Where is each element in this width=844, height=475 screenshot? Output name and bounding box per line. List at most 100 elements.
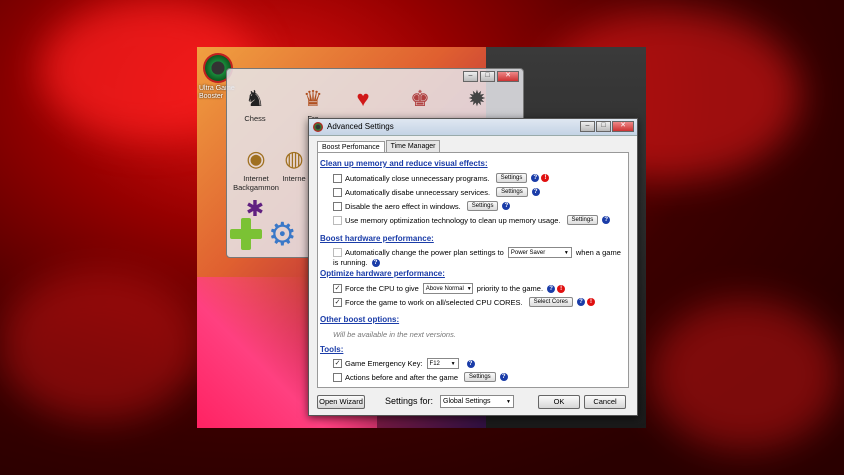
tab-time-manager[interactable]: Time Manager <box>385 140 441 152</box>
help-icon[interactable]: ? <box>602 216 611 224</box>
option-close-programs: Automatically close unnecessary programs… <box>333 173 550 183</box>
section-boost-hardware: Boost hardware performance: <box>320 234 434 243</box>
option-actions: Actions before and after the game Settin… <box>333 372 508 382</box>
select-value: Power Saver <box>510 249 546 256</box>
backgammon-icon: ◉ <box>246 146 266 171</box>
option-cpu-cores: ✓ Force the game to work on all/selected… <box>333 297 595 307</box>
chess-icon: ♞ <box>245 86 265 111</box>
dialog-titlebar: Advanced Settings – □ ✕ <box>309 119 637 136</box>
warning-icon: ! <box>541 174 550 182</box>
option-memory-optimization: Use memory optimization technology to cl… <box>333 215 611 225</box>
option-disable-services: Automatically disabe unnecessary service… <box>333 187 540 197</box>
checkbox-close-programs[interactable] <box>333 173 342 183</box>
help-icon[interactable]: ? <box>531 188 540 196</box>
settings-for-select[interactable]: Global Settings ▼ <box>440 395 514 408</box>
checkbox-emergency-key[interactable]: ✓ <box>333 359 342 368</box>
select-value: Global Settings <box>443 398 491 405</box>
minimize-button[interactable]: – <box>580 121 595 132</box>
option-cpu-priority: ✓ Force the CPU to give Above Normal ▼ p… <box>333 283 566 294</box>
dialog-titlebar-buttons: – □ ✕ <box>580 121 634 132</box>
option-label: Game Emergency Key: <box>345 359 423 368</box>
help-icon[interactable]: ? <box>502 202 511 210</box>
cancel-button[interactable]: Cancel <box>584 395 626 409</box>
option-emergency-key: ✓ Game Emergency Key: F12 ▼ ? <box>333 358 475 369</box>
minesweeper-icon: ✹ <box>467 86 487 111</box>
help-icon[interactable]: ? <box>371 258 380 267</box>
advanced-settings-dialog: Advanced Settings – □ ✕ Boost Perfomance… <box>308 118 638 416</box>
settings-button[interactable]: Settings <box>496 187 528 197</box>
section-clean-up: Clean up memory and reduce visual effect… <box>320 159 488 168</box>
section-other-boost: Other boost options: <box>320 315 400 324</box>
game-label: Interne <box>282 174 306 183</box>
ok-button[interactable]: OK <box>538 395 580 409</box>
game-minesweeper[interactable]: ✹ <box>447 86 507 114</box>
checkbox-disable-aero[interactable] <box>333 201 342 211</box>
freecell-icon: ♛ <box>303 86 323 111</box>
warning-icon: ! <box>557 284 566 293</box>
internet-game-icon: ◍ <box>284 146 304 171</box>
settings-button[interactable]: Settings <box>466 201 499 211</box>
launcher-titlebar-buttons: – □ ✕ <box>463 71 519 82</box>
checkbox-memory-optimization[interactable] <box>333 215 342 225</box>
dialog-title: Advanced Settings <box>327 122 394 131</box>
background-blob <box>0 270 200 420</box>
checkbox-cpu-priority[interactable]: ✓ <box>333 284 342 293</box>
option-label: priority to the game. <box>476 284 544 293</box>
game-internet[interactable]: ◍ Interne <box>276 146 312 183</box>
select-value: Above Normal <box>425 285 464 292</box>
help-icon[interactable]: ? <box>547 284 556 293</box>
settings-button[interactable]: Settings <box>495 173 528 183</box>
help-icon[interactable]: ? <box>466 359 475 368</box>
open-wizard-button[interactable]: Open Wizard <box>317 395 365 409</box>
hearts-icon: ♥ <box>356 86 370 111</box>
settings-button[interactable]: Settings <box>566 215 599 225</box>
close-button[interactable]: ✕ <box>497 71 519 82</box>
checkbox-cpu-cores[interactable]: ✓ <box>333 297 342 307</box>
option-power-plan-line2: is running. ? <box>333 258 380 267</box>
option-label: Force the CPU to give <box>345 284 419 293</box>
minimize-button[interactable]: – <box>463 71 478 82</box>
option-label: Automatically change the power plan sett… <box>345 248 504 257</box>
checkbox-power-plan[interactable] <box>333 248 342 257</box>
option-label: Actions before and after the game <box>345 372 458 382</box>
settings-button[interactable]: Settings <box>464 372 496 382</box>
chevron-down-icon: ▼ <box>506 398 511 405</box>
section-tools: Tools: <box>320 345 344 354</box>
maximize-button[interactable]: □ <box>596 121 611 132</box>
help-icon[interactable]: ? <box>576 298 585 306</box>
mahjong-icon: ♚ <box>410 86 430 111</box>
help-icon[interactable]: ? <box>531 174 540 182</box>
close-button[interactable]: ✕ <box>612 121 634 132</box>
option-label: Force the game to work on all/selected C… <box>345 297 523 307</box>
option-label: Automatically close unnecessary programs… <box>345 173 490 183</box>
select-value: F12 <box>429 360 440 367</box>
game-label: Chess <box>244 114 266 123</box>
other-boost-note: Will be available in the next versions. <box>333 330 456 339</box>
checkbox-disable-services[interactable] <box>333 187 342 197</box>
select-cores-button[interactable]: Select Cores <box>528 297 573 307</box>
tab-bar: Boost Perfomance Time Manager <box>317 140 441 153</box>
warning-icon: ! <box>586 298 595 306</box>
gear-icon[interactable]: ⚙ <box>268 218 300 250</box>
chevron-down-icon: ▼ <box>466 285 472 292</box>
power-plan-select[interactable]: Power Saver ▼ <box>507 247 572 258</box>
checkbox-actions[interactable] <box>333 372 342 382</box>
app-icon <box>313 122 323 132</box>
section-optimize-hardware: Optimize hardware performance: <box>320 269 445 278</box>
maximize-button[interactable]: □ <box>480 71 495 82</box>
option-label: Disable the aero effect in windows. <box>345 201 461 211</box>
emergency-key-select[interactable]: F12 ▼ <box>426 358 459 369</box>
cpu-priority-select[interactable]: Above Normal ▼ <box>422 283 473 294</box>
option-label: when a game <box>575 248 621 257</box>
option-label: Use memory optimization technology to cl… <box>345 215 561 225</box>
add-game-icon[interactable] <box>230 218 262 250</box>
chevron-down-icon: ▼ <box>450 360 456 367</box>
game-hearts[interactable]: ♥ <box>333 86 393 114</box>
settings-for-label: Settings for: <box>385 396 434 406</box>
help-icon[interactable]: ? <box>499 373 508 381</box>
game-chess[interactable]: ♞ Chess <box>225 86 285 123</box>
option-label: Automatically disabe unnecessary service… <box>345 187 491 197</box>
option-power-plan: Automatically change the power plan sett… <box>333 247 621 258</box>
game-mahjong[interactable]: ♚ <box>390 86 450 114</box>
option-label: is running. <box>333 258 368 267</box>
